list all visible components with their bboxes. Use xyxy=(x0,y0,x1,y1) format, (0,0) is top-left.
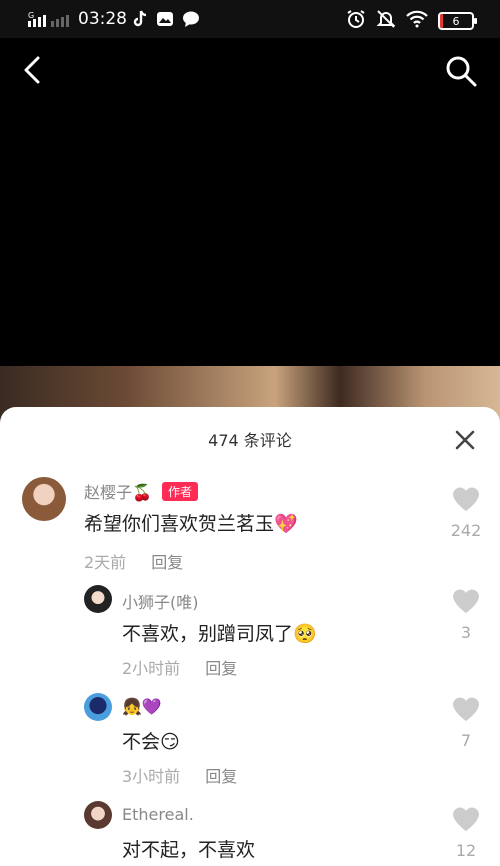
comment-username[interactable]: 👧💜 xyxy=(122,697,162,716)
close-icon xyxy=(455,430,475,450)
tiktok-icon xyxy=(132,10,148,32)
comment-username[interactable]: 小狮子(唯) xyxy=(122,589,199,613)
heart-icon xyxy=(453,807,479,831)
like-count: 242 xyxy=(450,521,482,540)
heart-icon xyxy=(453,487,479,511)
heart-icon xyxy=(453,697,479,721)
heart-icon xyxy=(453,589,479,613)
comment-time: 2小时前 xyxy=(122,659,181,678)
reply-button[interactable]: 回复 xyxy=(205,767,237,786)
video-player[interactable] xyxy=(0,38,500,368)
reply-button[interactable]: 回复 xyxy=(151,553,183,572)
signal-icon: G xyxy=(28,10,72,32)
like-button[interactable]: 12 xyxy=(446,805,486,860)
battery-icon: 6 xyxy=(438,12,477,30)
comment-time: 2天前 xyxy=(84,553,127,572)
status-bar: G 03:28 6 xyxy=(0,0,500,38)
like-count: 7 xyxy=(460,731,472,750)
comment-sheet: 474 条评论 赵樱子🍒 作者 希望你们喜欢贺兰茗玉💖 2天前 回复 242 小… xyxy=(0,407,500,866)
alarm-icon xyxy=(346,9,366,33)
status-time: 03:28 xyxy=(78,9,127,29)
svg-text:G: G xyxy=(28,11,34,20)
search-button[interactable] xyxy=(444,54,478,88)
comment-text: 不喜欢，别蹭司凤了🥺 xyxy=(122,623,317,645)
comment-username[interactable]: Ethereal. xyxy=(122,805,194,824)
comment-text: 不会😏 xyxy=(122,731,180,753)
search-icon xyxy=(446,56,477,87)
comment-count-title: 474 条评论 xyxy=(208,431,292,450)
gallery-icon xyxy=(156,10,174,32)
message-icon xyxy=(182,10,200,32)
avatar[interactable] xyxy=(84,693,112,721)
like-button[interactable]: 7 xyxy=(446,695,486,750)
like-button[interactable]: 3 xyxy=(446,587,486,642)
reply-button[interactable]: 回复 xyxy=(205,659,237,678)
like-button[interactable]: 242 xyxy=(446,485,486,540)
avatar[interactable] xyxy=(84,585,112,613)
like-count: 12 xyxy=(455,841,477,860)
comment-text: 希望你们喜欢贺兰茗玉💖 xyxy=(84,513,298,535)
like-count: 3 xyxy=(460,623,472,642)
close-button[interactable] xyxy=(452,427,478,453)
avatar[interactable] xyxy=(22,477,66,521)
back-button[interactable] xyxy=(20,54,48,86)
comment-text: 对不起，不喜欢 xyxy=(122,839,256,861)
author-tag: 作者 xyxy=(161,481,198,501)
back-icon xyxy=(24,56,40,84)
avatar[interactable] xyxy=(84,801,112,829)
comment-username[interactable]: 赵樱子🍒 xyxy=(84,479,152,503)
comment-time: 3小时前 xyxy=(122,767,181,786)
mute-icon xyxy=(376,9,396,33)
wifi-icon xyxy=(406,10,428,32)
battery-level: 6 xyxy=(452,14,460,28)
